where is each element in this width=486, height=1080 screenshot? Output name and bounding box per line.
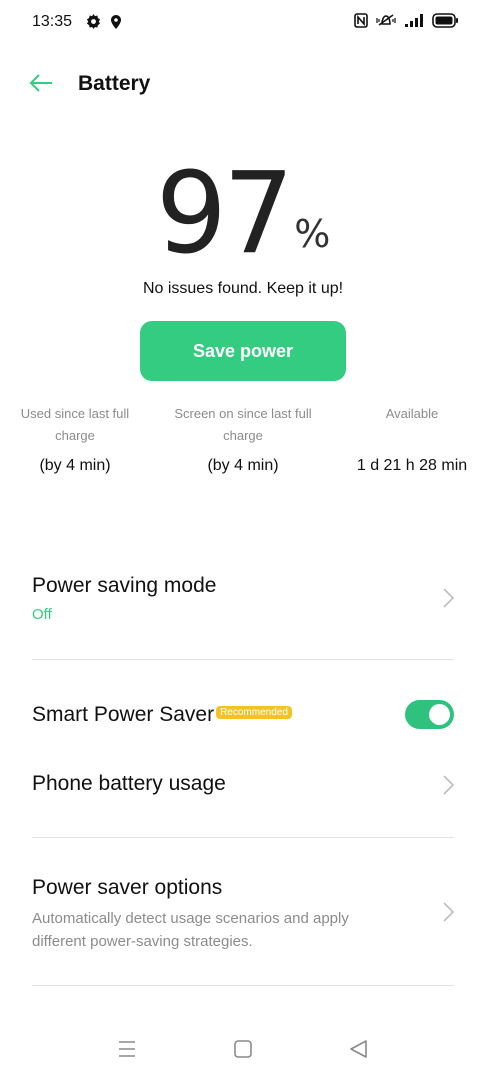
battery-percent-value: 97	[155, 149, 295, 279]
smart-power-saver-title: Smart Power Saver Recommended	[32, 703, 292, 727]
battery-status-message: No issues found. Keep it up!	[142, 280, 344, 297]
status-time: 13:35	[32, 13, 73, 30]
menu-icon[interactable]	[117, 1038, 137, 1065]
power-saver-options-description-line1: Automatically detect usage scenarios and…	[32, 910, 349, 927]
stat-label: charge	[223, 428, 263, 443]
nfc-icon	[354, 13, 368, 33]
signal-icon	[404, 13, 424, 33]
toggle-knob	[429, 704, 450, 725]
stat-label: Available	[385, 406, 439, 421]
divider	[32, 985, 454, 986]
status-left-icons	[86, 14, 121, 34]
smart-power-saver-toggle[interactable]	[405, 700, 454, 729]
divider	[32, 659, 454, 660]
page-title: Battery	[78, 72, 151, 95]
stat-label: Screen on since last full	[174, 406, 312, 421]
power-saving-mode-row[interactable]: Power saving mode Off	[0, 560, 486, 650]
chevron-right-icon	[440, 587, 456, 609]
divider	[32, 837, 454, 838]
home-icon[interactable]	[233, 1038, 253, 1065]
battery-percentage: 97 %	[0, 150, 486, 270]
battery-percent-sign: %	[294, 212, 331, 256]
smart-power-saver-label: Smart Power Saver	[32, 703, 215, 726]
power-saver-options-row[interactable]: Power saver options Automatically detect…	[0, 866, 486, 966]
power-saving-mode-title: Power saving mode	[32, 574, 217, 597]
power-saver-options-description-line2: different power-saving strategies.	[32, 933, 253, 950]
stat-available: Available 1 d 21 h 28 min	[331, 403, 486, 475]
back-button[interactable]	[26, 70, 56, 100]
location-pin-icon	[111, 14, 121, 34]
stat-screen-on-since-charge: Screen on since last full charge (by 4 m…	[162, 403, 324, 475]
back-arrow-icon	[29, 73, 53, 97]
phone-battery-usage-row[interactable]: Phone battery usage	[0, 760, 486, 812]
stat-label: charge	[55, 428, 95, 443]
phone-battery-usage-title: Phone battery usage	[32, 772, 226, 795]
vibrate-icon	[376, 13, 396, 33]
gear-icon	[86, 14, 101, 34]
stat-value: (by 4 min)	[207, 457, 279, 474]
back-icon[interactable]	[347, 1038, 369, 1065]
power-saving-mode-value: Off	[32, 606, 52, 623]
stat-value: 1 d 21 h 28 min	[356, 457, 468, 474]
stat-label	[331, 425, 486, 447]
chevron-right-icon	[440, 774, 456, 796]
stat-value: (by 4 min)	[39, 457, 111, 474]
stat-used-since-charge: Used since last full charge (by 4 min)	[0, 403, 156, 475]
save-power-button[interactable]: Save power	[140, 321, 346, 381]
power-saver-options-title: Power saver options	[32, 876, 223, 899]
stat-label: Used since last full	[20, 406, 130, 421]
status-right-icons	[354, 13, 458, 33]
recommended-badge: Recommended	[216, 705, 292, 719]
chevron-right-icon	[440, 901, 456, 923]
battery-icon	[432, 13, 458, 33]
